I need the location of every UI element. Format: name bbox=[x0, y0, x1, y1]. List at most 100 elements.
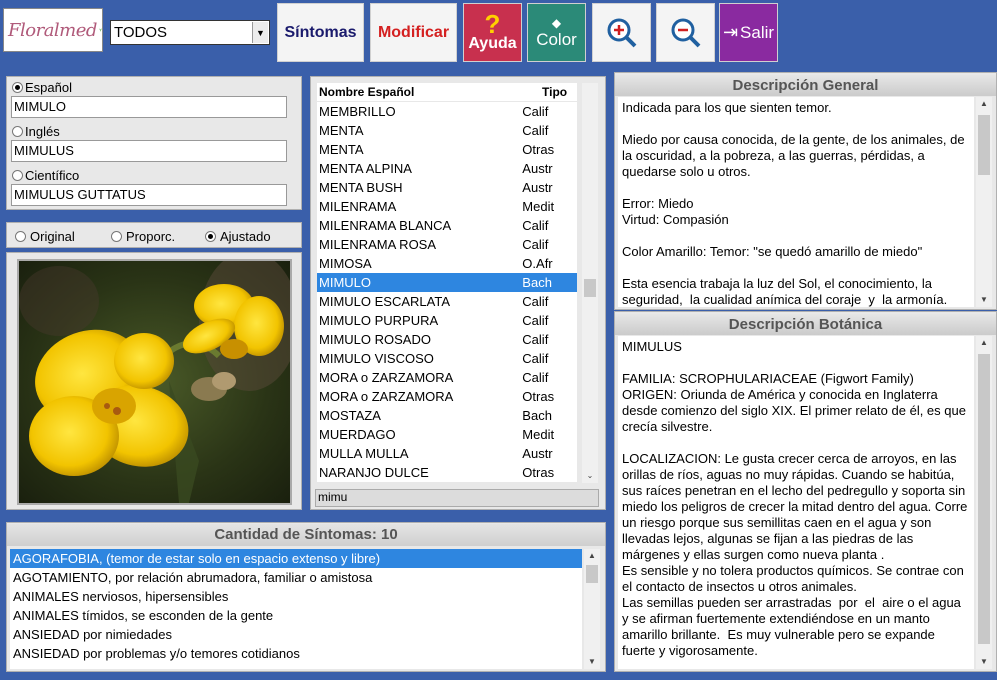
scroll-thumb[interactable] bbox=[978, 115, 990, 175]
botanical-description-scrollbar[interactable]: ▲ ▼ bbox=[976, 336, 992, 669]
flower-list-row[interactable]: NARANJO DULCE Otras bbox=[317, 463, 577, 482]
symptom-list-item[interactable]: AGOTAMIENTO, por relación abrumadora, fa… bbox=[10, 568, 582, 587]
flower-list-row[interactable]: MIMULO ESCARLATA Calif bbox=[317, 292, 577, 311]
modificar-button[interactable]: Modificar bbox=[370, 3, 457, 62]
flower-type-cell: Medit bbox=[522, 427, 555, 442]
col-name-header[interactable]: Nombre Español bbox=[317, 85, 542, 99]
flower-list-row[interactable]: MILENRAMA BLANCA Calif bbox=[317, 216, 577, 235]
chevron-down-icon[interactable]: ▼ bbox=[252, 22, 268, 43]
color-label: Color bbox=[536, 29, 577, 49]
flower-name-cell: MUERDAGO bbox=[319, 427, 396, 442]
flower-name-cell: NARANJO DULCE bbox=[319, 465, 429, 480]
flower-type-cell: Austr bbox=[522, 180, 553, 195]
flower-list-row[interactable]: MOSTAZA Bach bbox=[317, 406, 577, 425]
ajustado-label: Ajustado bbox=[220, 229, 271, 244]
modificar-label: Modificar bbox=[377, 23, 450, 41]
radio-dot bbox=[12, 82, 23, 93]
flower-name-cell: MILENRAMA bbox=[319, 199, 397, 214]
flower-type-cell: Calif bbox=[522, 294, 549, 309]
flower-name-cell: MIMULO bbox=[319, 275, 371, 290]
botanical-description-panel: Descripción Botánica MIMULUS FAMILIA: SC… bbox=[614, 311, 997, 672]
zoom-in-button[interactable] bbox=[592, 3, 651, 62]
flower-list-row[interactable]: MIMULO ROSADO Calif bbox=[317, 330, 577, 349]
flower-image-panel bbox=[6, 252, 302, 510]
flower-name-cell: MENTA bbox=[319, 142, 364, 157]
scroll-thumb[interactable] bbox=[584, 279, 596, 297]
radio-espanol[interactable]: Español bbox=[12, 80, 72, 95]
flower-name-cell: MORA o ZARZAMORA bbox=[319, 389, 454, 404]
flower-list-row[interactable]: MIMULO VISCOSO Calif bbox=[317, 349, 577, 368]
scroll-down-icon[interactable]: ⌄ bbox=[582, 469, 598, 483]
symptom-list-item[interactable]: ANIMALES nerviosos, hipersensibles bbox=[10, 587, 582, 606]
flower-list-row[interactable]: MIMULO Bach bbox=[317, 273, 577, 292]
radio-original[interactable]: Original bbox=[15, 229, 75, 244]
radio-cientifico[interactable]: Científico bbox=[12, 168, 79, 183]
flower-name-cell: MORA o ZARZAMORA bbox=[319, 370, 454, 385]
flower-list-row[interactable]: MIMULO PURPURA Calif bbox=[317, 311, 577, 330]
question-mark-icon: ? bbox=[484, 8, 501, 39]
botanical-description-text: MIMULUS FAMILIA: SCROPHULARIACEAE (Figwo… bbox=[618, 336, 974, 669]
flower-list-row[interactable]: MENTA ALPINA Austr bbox=[317, 159, 577, 178]
flower-list-row[interactable]: MUERDAGO Medit bbox=[317, 425, 577, 444]
sintomas-button[interactable]: Síntomas bbox=[277, 3, 364, 62]
radio-dot bbox=[15, 231, 26, 242]
flower-name-cell: MIMULO ROSADO bbox=[319, 332, 431, 347]
symptom-list-item[interactable]: ANSIEDAD por nimiedades bbox=[10, 625, 582, 644]
flower-type-cell: Otras bbox=[522, 389, 555, 404]
flower-list-row[interactable]: MORA o ZARZAMORA Calif bbox=[317, 368, 577, 387]
flower-list-row[interactable]: MEMBRILLO Calif bbox=[317, 102, 577, 121]
logo-text: Floralmed bbox=[8, 19, 97, 41]
radio-ingles[interactable]: Inglés bbox=[12, 124, 60, 139]
scroll-up-icon[interactable]: ▲ bbox=[976, 336, 992, 350]
flower-list-row[interactable]: MENTA BUSH Austr bbox=[317, 178, 577, 197]
flower-list-row[interactable]: MENTA Calif bbox=[317, 121, 577, 140]
radio-dot bbox=[12, 170, 23, 181]
zoom-out-button[interactable] bbox=[656, 3, 715, 62]
symptoms-list[interactable]: AGORAFOBIA, (temor de estar solo en espa… bbox=[10, 549, 582, 669]
symptom-list-item[interactable]: AGORAFOBIA, (temor de estar solo en espa… bbox=[10, 549, 582, 568]
general-description-scrollbar[interactable]: ▲ ▼ bbox=[976, 97, 992, 307]
scroll-thumb[interactable] bbox=[586, 565, 598, 583]
flower-name-cell: MILENRAMA ROSA bbox=[319, 237, 437, 252]
radio-proporc[interactable]: Proporc. bbox=[111, 229, 175, 244]
salir-button[interactable]: ⇥ Salir bbox=[719, 3, 778, 62]
scroll-down-icon[interactable]: ▼ bbox=[976, 655, 992, 669]
flower-list-row[interactable]: MORA o ZARZAMORA Otras bbox=[317, 387, 577, 406]
ayuda-button[interactable]: ? Ayuda bbox=[463, 3, 522, 62]
symptom-list-item[interactable]: ANSIEDAD por problemas y/o temores cotid… bbox=[10, 644, 582, 663]
espanol-label: Español bbox=[25, 80, 72, 95]
scroll-down-icon[interactable]: ▼ bbox=[584, 655, 600, 669]
flower-name-cell: MENTA bbox=[319, 123, 364, 138]
col-type-header[interactable]: Tipo bbox=[542, 85, 567, 99]
symptoms-title: Cantidad de Síntomas: 10 bbox=[7, 524, 605, 546]
flower-list-row[interactable]: MILENRAMA ROSA Calif bbox=[317, 235, 577, 254]
cientifico-field[interactable]: MIMULUS GUTTATUS bbox=[11, 184, 287, 206]
espanol-field[interactable]: MIMULO bbox=[11, 96, 287, 118]
flower-list-row[interactable]: MILENRAMA Medit bbox=[317, 197, 577, 216]
scroll-thumb[interactable] bbox=[978, 354, 990, 644]
flower-list[interactable]: MEMBRILLO Calif MENTA Calif MENTA Otras MENTA … bbox=[317, 102, 577, 482]
ingles-field[interactable]: MIMULUS bbox=[11, 140, 287, 162]
flower-type-cell: Calif bbox=[522, 218, 549, 233]
category-filter-select[interactable]: TODOS ▼ bbox=[110, 20, 270, 45]
color-button[interactable]: ◆ Color bbox=[527, 3, 586, 62]
scroll-down-icon[interactable]: ▼ bbox=[976, 293, 992, 307]
flower-type-cell: Calif bbox=[522, 313, 549, 328]
flower-list-row[interactable]: MENTA Otras bbox=[317, 140, 577, 159]
flower-type-cell: Calif bbox=[522, 351, 549, 366]
symptom-list-item[interactable]: ANIMALES tímidos, se esconden de la gent… bbox=[10, 606, 582, 625]
mimulus-flower-image bbox=[19, 261, 290, 503]
radio-dot bbox=[111, 231, 122, 242]
general-description-panel: Descripción General Indicada para los qu… bbox=[614, 72, 997, 310]
search-input[interactable]: mimu bbox=[315, 489, 599, 507]
flower-list-row[interactable]: MIMOSA O.Afr bbox=[317, 254, 577, 273]
list-scrollbar[interactable]: ⌄ bbox=[582, 83, 598, 483]
symptoms-scrollbar[interactable]: ▲ ▼ bbox=[584, 549, 600, 669]
flower-name-cell: MENTA ALPINA bbox=[319, 161, 412, 176]
radio-ajustado[interactable]: Ajustado bbox=[205, 229, 271, 244]
scroll-up-icon[interactable]: ▲ bbox=[584, 549, 600, 563]
flower-name-cell: MEMBRILLO bbox=[319, 104, 396, 119]
symptoms-panel: Cantidad de Síntomas: 10 AGORAFOBIA, (te… bbox=[6, 522, 606, 672]
scroll-up-icon[interactable]: ▲ bbox=[976, 97, 992, 111]
flower-list-row[interactable]: MULLA MULLA Austr bbox=[317, 444, 577, 463]
